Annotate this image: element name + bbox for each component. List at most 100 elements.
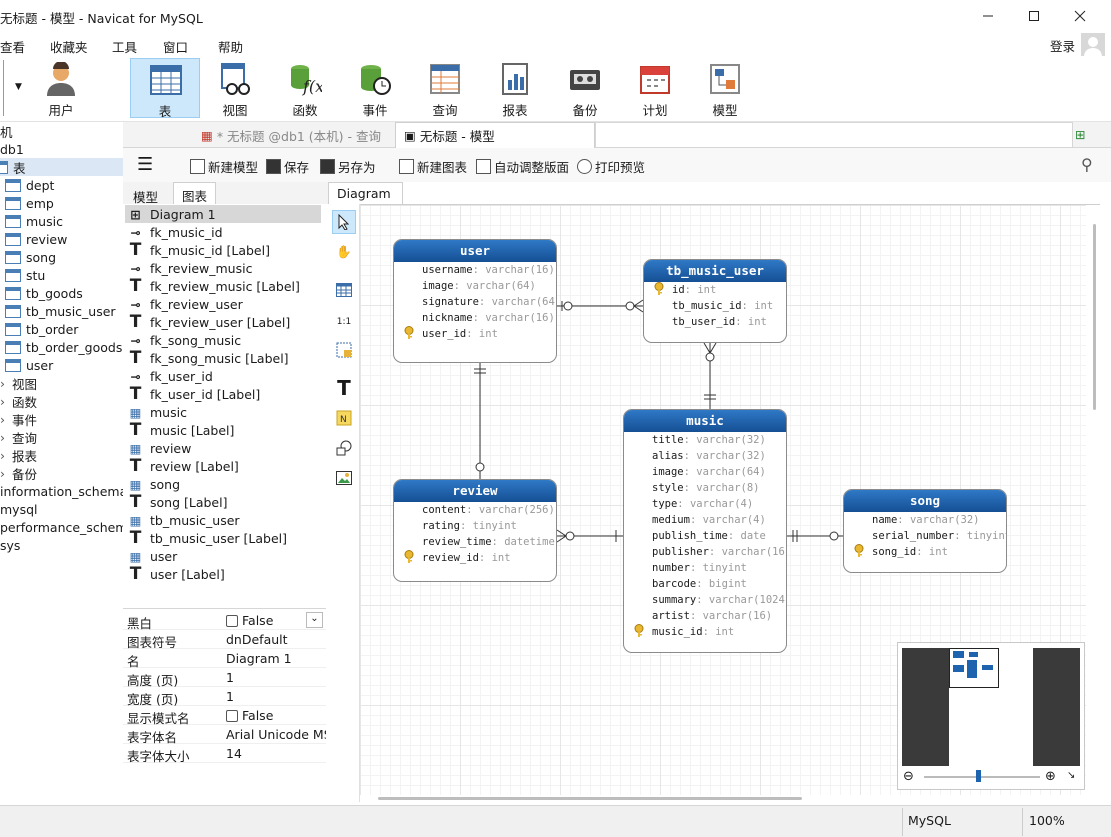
toolbar-schedule[interactable]: 计划: [620, 58, 690, 118]
menu-favorites[interactable]: 收藏夹: [50, 37, 88, 56]
tree-db-sys[interactable]: sys: [0, 536, 20, 554]
new-model-button[interactable]: 新建模型: [190, 157, 258, 176]
login-link[interactable]: 登录: [1050, 36, 1075, 55]
list-item[interactable]: Tfk_song_music [Label]: [127, 348, 289, 368]
list-item[interactable]: Treview [Label]: [127, 456, 239, 476]
entity-music[interactable]: music title: varchar(32) alias: varchar(…: [623, 409, 787, 653]
relation-tool[interactable]: 1:1: [332, 310, 356, 334]
list-item[interactable]: Tfk_music_id [Label]: [127, 240, 270, 260]
tree-connection[interactable]: 机: [0, 122, 13, 140]
list-item[interactable]: ▦ tb_music_user: [127, 511, 240, 529]
tree-views[interactable]: › 视图: [0, 374, 37, 392]
print-preview-button[interactable]: 打印预览: [577, 157, 645, 176]
avatar[interactable]: [1081, 33, 1105, 57]
tree-item-music[interactable]: music: [5, 212, 63, 230]
property-row[interactable]: 表字体名 Arial Unicode MS: [123, 725, 326, 745]
property-row[interactable]: 表字体大小 14: [123, 744, 326, 764]
list-item[interactable]: ⊸ fk_review_user: [127, 295, 243, 313]
auto-layout-button[interactable]: 自动调整版面: [476, 157, 569, 176]
resize-icon[interactable]: ↘: [1067, 770, 1075, 781]
tree-item-tb-order-goods[interactable]: tb_order_goods: [5, 338, 122, 356]
label-tool[interactable]: T: [332, 376, 356, 400]
property-row[interactable]: 黑白 False ⌄: [123, 611, 326, 631]
pointer-tool[interactable]: [332, 210, 356, 234]
property-row[interactable]: 名 Diagram 1: [123, 649, 326, 669]
note-tool[interactable]: N: [332, 406, 356, 430]
list-item[interactable]: ▦ user: [127, 547, 178, 565]
toolbar-function[interactable]: f(x) 函数: [270, 58, 340, 118]
list-item[interactable]: ▦ review: [127, 439, 192, 457]
tree-item-tb-goods[interactable]: tb_goods: [5, 284, 83, 302]
tree-db-mysql[interactable]: mysql: [0, 500, 38, 518]
menu-view[interactable]: 查看: [0, 37, 25, 56]
tree-functions[interactable]: › 函数: [0, 392, 37, 410]
checkbox[interactable]: [226, 710, 238, 722]
menu-window[interactable]: 窗口: [163, 37, 188, 56]
navigator-minimap[interactable]: ⊖ ⊕ ↘: [897, 642, 1085, 790]
list-item[interactable]: ⊞ Diagram 1: [125, 205, 321, 223]
list-item[interactable]: ▦ song: [127, 475, 180, 493]
zoom-slider-track[interactable]: [924, 776, 1040, 778]
list-item[interactable]: Tfk_review_user [Label]: [127, 312, 291, 332]
tree-item-stu[interactable]: stu: [5, 266, 45, 284]
list-item[interactable]: Tuser [Label]: [127, 564, 225, 584]
entity-review[interactable]: review content: varchar(256) rating: tin…: [393, 479, 557, 582]
search-icon[interactable]: ⚲: [1081, 155, 1093, 174]
entity-user[interactable]: user username: varchar(16) image: varcha…: [393, 239, 557, 363]
tree-db-performance-schema[interactable]: performance_schema: [0, 518, 123, 536]
checkbox[interactable]: [226, 615, 238, 627]
list-item[interactable]: ⊸ fk_song_music: [127, 331, 241, 349]
toolbar-event[interactable]: 事件: [340, 58, 410, 118]
list-item[interactable]: Ttb_music_user [Label]: [127, 528, 287, 548]
save-as-button[interactable]: 另存为: [320, 157, 376, 176]
zoom-out-icon[interactable]: ⊖: [903, 769, 914, 784]
shape-tool[interactable]: [332, 436, 356, 460]
tab-query[interactable]: ▦ * 无标题 @db1 (本机) - 查询: [193, 122, 389, 148]
minimize-button[interactable]: [965, 0, 1011, 32]
maximize-button[interactable]: [1011, 0, 1057, 32]
table-tool[interactable]: [332, 278, 356, 302]
tree-db-information-schema[interactable]: information_schema: [0, 482, 123, 500]
add-tab-icon[interactable]: ⊞: [1075, 127, 1085, 142]
entity-song[interactable]: song name: varchar(32) serial_number: ti…: [843, 489, 1007, 573]
tree-tables[interactable]: 表: [0, 158, 123, 176]
tab-diagram-1[interactable]: Diagram 1: [328, 182, 403, 216]
property-row[interactable]: 高度 (页) 1: [123, 668, 326, 688]
list-item[interactable]: ⊸ fk_review_music: [127, 259, 252, 277]
list-item[interactable]: Tfk_user_id [Label]: [127, 384, 261, 404]
tree-item-tb-order[interactable]: tb_order: [5, 320, 78, 338]
hamburger-icon[interactable]: ☰: [137, 154, 153, 175]
toolbar-table[interactable]: 表: [130, 58, 200, 119]
tree-item-user[interactable]: user: [5, 356, 53, 374]
toolbar-model[interactable]: 模型: [690, 58, 760, 118]
tree-backups[interactable]: › 备份: [0, 464, 37, 482]
list-item[interactable]: Tfk_review_music [Label]: [127, 276, 300, 296]
list-item[interactable]: Tmusic [Label]: [127, 420, 235, 440]
tree-item-review[interactable]: review: [5, 230, 67, 248]
toolbar-backup[interactable]: 备份: [550, 58, 620, 118]
chevron-down-icon[interactable]: ▼: [15, 82, 22, 92]
list-item[interactable]: ▦ music: [127, 403, 187, 421]
chevron-down-icon[interactable]: ⌄: [306, 612, 323, 628]
property-row[interactable]: 图表符号 dnDefault: [123, 630, 326, 650]
save-button[interactable]: 保存: [266, 157, 309, 176]
image-tool[interactable]: [332, 466, 356, 490]
list-item[interactable]: ⊸ fk_user_id: [127, 367, 213, 385]
close-button[interactable]: [1057, 0, 1103, 32]
layer-tool[interactable]: [332, 338, 356, 362]
hand-tool[interactable]: ✋: [332, 240, 356, 264]
tree-item-tb-music-user[interactable]: tb_music_user: [5, 302, 116, 320]
list-item[interactable]: Tsong [Label]: [127, 492, 228, 512]
list-item[interactable]: ⊸ fk_music_id: [127, 223, 222, 241]
zoom-in-icon[interactable]: ⊕: [1045, 769, 1056, 784]
property-row[interactable]: 宽度 (页) 1: [123, 687, 326, 707]
tree-events[interactable]: › 事件: [0, 410, 37, 428]
tab-diagram-pane[interactable]: 图表: [173, 182, 217, 204]
toolbar-query[interactable]: 查询: [410, 58, 480, 118]
entity-tb-music-user[interactable]: tb_music_user id: int tb_music_id: int t…: [643, 259, 787, 343]
vertical-scrollbar[interactable]: [1093, 224, 1096, 410]
toolbar-report[interactable]: 报表: [480, 58, 550, 118]
tree-queries[interactable]: › 查询: [0, 428, 37, 446]
zoom-slider-thumb[interactable]: [976, 770, 981, 782]
toolbar-view[interactable]: 视图: [200, 58, 270, 118]
